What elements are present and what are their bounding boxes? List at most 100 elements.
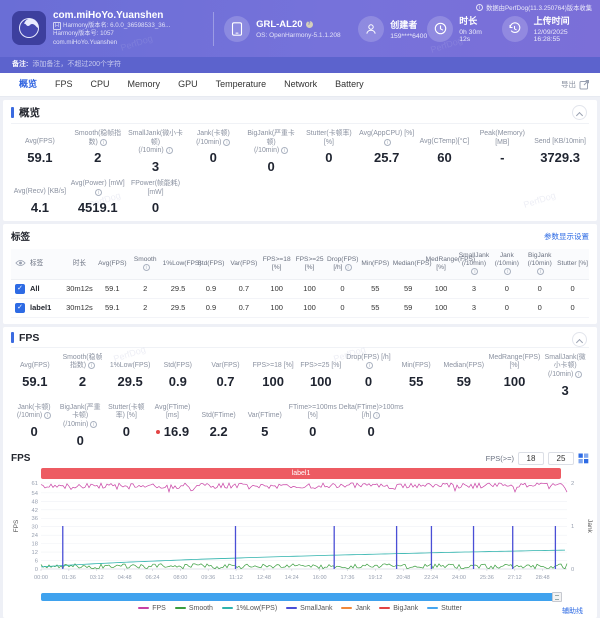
stat-value: 4519.1 xyxy=(70,200,126,215)
stat-fps-18-: FPS>=18 [%]100 xyxy=(249,354,297,398)
fps-chart[interactable]: 0612182430364248546101200:0001:3603:1204… xyxy=(11,479,595,587)
column-header: Min(FPS) xyxy=(359,249,392,279)
legend-item-bigjank[interactable]: BigJank xyxy=(379,605,418,612)
stat-smooth-: Smooth(稳帧指数)i2 xyxy=(69,130,127,174)
info-icon[interactable]: i xyxy=(373,412,380,419)
tab-cpu[interactable]: CPU xyxy=(82,73,119,96)
stat-avg-ctemp-c-: Avg(CTemp)[°C]60 xyxy=(416,130,474,174)
row-visibility-checkbox[interactable]: ✓ xyxy=(15,284,25,294)
app-version-line2: Harmony版本号: 1057 xyxy=(53,30,170,38)
table-cell: 0.7 xyxy=(227,298,260,317)
stat-value: 2 xyxy=(60,374,106,389)
export-button[interactable]: 导出 xyxy=(561,79,590,90)
stat-jank-: Jank(卡顿)(/10min)i0 xyxy=(11,404,57,448)
collapse-overview-button[interactable] xyxy=(572,105,587,120)
export-label: 导出 xyxy=(561,79,576,90)
stat-avg-appcpu-: Avg(AppCPU) [%]i25.7 xyxy=(358,130,416,174)
remark-input[interactable]: 备注:添加备注，不超过200个字符 xyxy=(0,57,600,73)
info-icon[interactable]: i xyxy=(88,362,95,369)
fps-threshold-input-2[interactable] xyxy=(548,452,574,465)
svg-text:18: 18 xyxy=(32,541,38,547)
legend-item-1-low-fps-[interactable]: 1%Low(FPS) xyxy=(222,605,277,612)
grid-settings-icon[interactable] xyxy=(578,453,589,464)
info-icon[interactable]: i xyxy=(366,362,373,369)
scrollbar-handle-icon[interactable] xyxy=(552,592,562,602)
chart-scrollbar[interactable] xyxy=(41,593,561,601)
info-icon[interactable]: i xyxy=(100,139,107,146)
svg-text:42: 42 xyxy=(32,507,38,513)
info-icon[interactable]: i xyxy=(384,139,391,146)
tab-row: 概览FPSCPUMemoryGPUTemperatureNetworkBatte… xyxy=(10,73,373,96)
svg-text:6: 6 xyxy=(35,558,38,564)
device-badge-icon[interactable]: ? xyxy=(306,21,313,28)
section-tabs: 概览FPSCPUMemoryGPUTemperatureNetworkBatte… xyxy=(0,73,600,97)
table-cell: 2 xyxy=(129,279,162,298)
collapse-fps-button[interactable] xyxy=(572,332,587,347)
stat-value: 100 xyxy=(298,374,344,389)
column-header: Var(FPS) xyxy=(227,249,260,279)
info-icon[interactable]: i xyxy=(95,189,102,196)
legend-item-smalljank[interactable]: SmallJank xyxy=(286,605,332,612)
info-icon[interactable]: i xyxy=(90,421,97,428)
info-icon[interactable]: i xyxy=(143,264,150,271)
harmony-badge-icon: H xyxy=(53,22,61,30)
legend-item-fps[interactable]: FPS xyxy=(138,605,166,612)
info-icon[interactable]: i xyxy=(281,147,288,154)
tab-memory[interactable]: Memory xyxy=(119,73,170,96)
info-icon[interactable]: i xyxy=(575,371,582,378)
stat-value: 0 xyxy=(243,159,299,174)
legend-swatch-icon xyxy=(341,607,352,610)
column-header: SmallJank (/10min)i xyxy=(458,249,491,279)
table-cell: 100 xyxy=(293,279,326,298)
svg-text:1: 1 xyxy=(571,524,574,530)
info-icon[interactable]: i xyxy=(537,268,544,275)
tab-network[interactable]: Network xyxy=(275,73,326,96)
fps-chart-title: FPS xyxy=(11,453,30,464)
app-package: com.miHoYo.Yuanshen xyxy=(53,39,170,47)
tab-temperature[interactable]: Temperature xyxy=(207,73,276,96)
table-cell: 30m12s xyxy=(63,298,96,317)
tab-gpu[interactable]: GPU xyxy=(169,73,207,96)
stat-avg-recv-kb-s-: Avg(Recv) [KB/s]4.1 xyxy=(11,180,69,215)
collector-note: i 数据由PerfDog(11.3.250764)版本收集 xyxy=(476,3,592,12)
table-cell: 29.5 xyxy=(162,279,195,298)
legend-item-smooth[interactable]: Smooth xyxy=(175,605,213,612)
row-visibility-checkbox[interactable]: ✓ xyxy=(15,303,25,313)
stat-value: 59 xyxy=(441,374,487,389)
aux-line-link[interactable]: 辅助线 xyxy=(562,606,583,616)
info-icon[interactable]: i xyxy=(44,412,51,419)
info-icon[interactable]: i xyxy=(166,147,173,154)
param-display-settings-link[interactable]: 参数显示设置 xyxy=(544,231,589,242)
column-header: Median(FPS) xyxy=(392,249,425,279)
stat-var-ftime-: Var(FTime)5 xyxy=(242,404,288,448)
chart-legend: FPS Smooth 1%Low(FPS) SmallJank Jank BigJank S… xyxy=(11,605,589,612)
report-header: i 数据由PerfDog(11.3.250764)版本收集 com.miHoYo… xyxy=(0,0,600,57)
tab-fps[interactable]: FPS xyxy=(46,73,82,96)
info-icon[interactable]: i xyxy=(223,139,230,146)
stat-fpower-mw-: FPower(帧能耗) [mW]0 xyxy=(127,180,185,215)
svg-text:30: 30 xyxy=(32,524,38,530)
info-icon[interactable]: i xyxy=(471,268,478,275)
table-cell: 0 xyxy=(556,298,589,317)
svg-text:36: 36 xyxy=(32,516,38,522)
device-block: GRL-AL20? OS: OpenHarmony-5.1.1.208 xyxy=(224,16,358,42)
legend-item-stutter[interactable]: Stutter xyxy=(427,605,462,612)
stat-medrange-fps-: MedRange(FPS)[%]100 xyxy=(488,354,542,398)
column-header: Avg(FPS) xyxy=(96,249,129,279)
table-cell: 100 xyxy=(425,279,458,298)
tab-battery[interactable]: Battery xyxy=(326,73,373,96)
chart-label-band[interactable]: label1 xyxy=(41,468,561,479)
info-icon[interactable]: i xyxy=(504,268,511,275)
table-cell: 59 xyxy=(392,279,425,298)
creator-block: 创建者 159****6400 xyxy=(358,16,427,42)
table-row: ✓All30m12s59.1229.50.90.7100100055591003… xyxy=(11,279,589,298)
info-icon[interactable]: i xyxy=(345,264,352,271)
table-cell: 100 xyxy=(425,298,458,317)
stat-smooth-: Smooth(稳帧指数)i2 xyxy=(59,354,107,398)
stat-smalljank-: SmallJank(微小卡顿)(/10min)i3 xyxy=(127,130,185,174)
tab-概览[interactable]: 概览 xyxy=(10,73,46,96)
legend-item-jank[interactable]: Jank xyxy=(341,605,370,612)
fps-threshold-input-1[interactable] xyxy=(518,452,544,465)
stat-value: 29.5 xyxy=(107,374,153,389)
stat-avg-fps-: Avg(FPS)59.1 xyxy=(11,130,69,174)
